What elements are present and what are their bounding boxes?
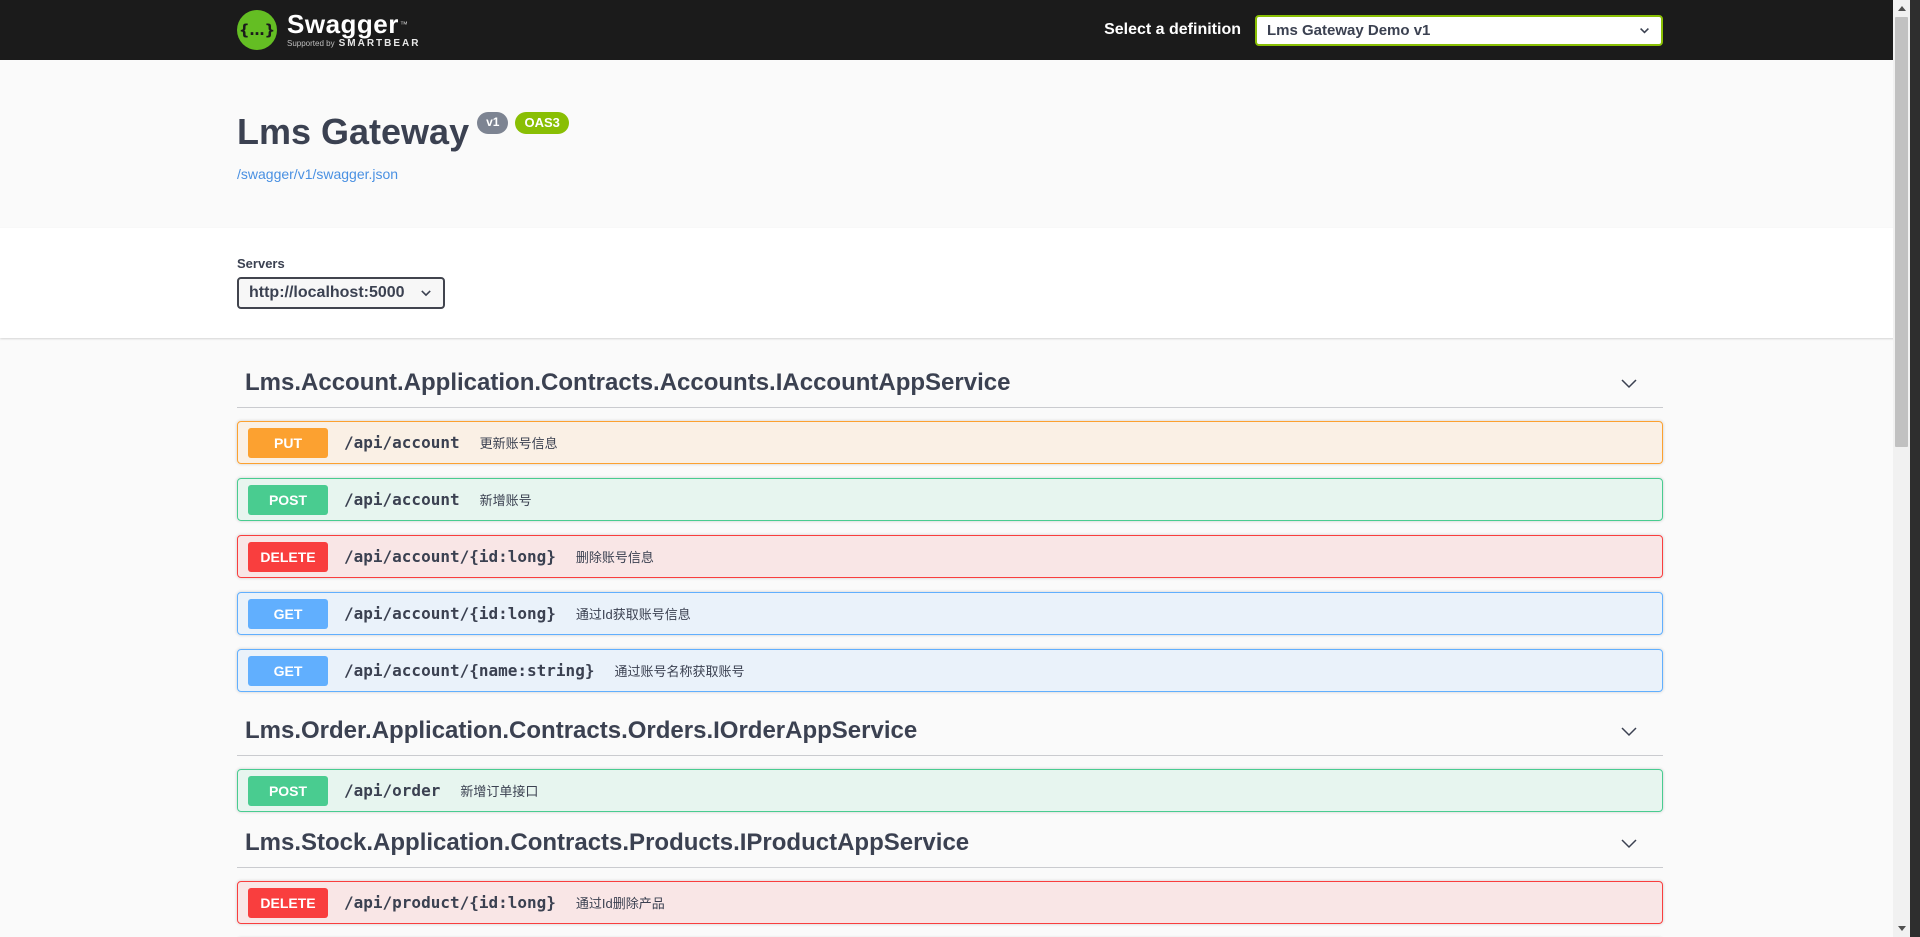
sponsor-name: SMARTBEAR	[338, 38, 421, 49]
chevron-down-icon[interactable]	[1617, 371, 1663, 395]
operation-summary: 新增订单接口	[460, 784, 539, 799]
page-title: Lms Gateway v1 OAS3	[237, 108, 1663, 156]
oas3-badge: OAS3	[515, 112, 569, 135]
section-title: Lms.Stock.Application.Contracts.Products…	[245, 829, 970, 856]
method-badge: DELETE	[248, 887, 328, 918]
operation-path: /api/account/{name:string}	[344, 661, 595, 680]
operation-list: DELETE /api/product/{id:long} 通过Id删除产品 G…	[237, 881, 1663, 937]
servers-select-value: http://localhost:5000	[249, 284, 405, 301]
section-title: Lms.Account.Application.Contracts.Accoun…	[245, 369, 1011, 396]
section-header[interactable]: Lms.Account.Application.Contracts.Accoun…	[237, 368, 1663, 408]
operation-path: /api/account/{id:long}	[344, 604, 556, 623]
info-section: Lms Gateway v1 OAS3 /swagger/v1/swagger.js…	[0, 60, 1920, 228]
operation-path: /api/product/{id:long}	[344, 893, 556, 912]
definition-select-value: Lms Gateway Demo v1	[1267, 21, 1431, 39]
window-edge	[1910, 0, 1920, 937]
section-title: Lms.Order.Application.Contracts.Orders.I…	[245, 717, 918, 744]
scrollbar-thumb[interactable]	[1895, 17, 1908, 447]
topbar: Swagger™ Supported by SMARTBEAR Select a…	[0, 0, 1920, 60]
api-section: Lms.Account.Application.Contracts.Accoun…	[237, 368, 1663, 692]
chevron-down-icon[interactable]	[1617, 719, 1663, 743]
operation-list: PUT /api/account 更新账号信息 POST /api/accoun…	[237, 421, 1663, 692]
operation-summary: 更新账号信息	[479, 436, 558, 451]
operation-summary: 删除账号信息	[575, 550, 654, 565]
operation-path: /api/account/{id:long}	[344, 547, 556, 566]
operation-row[interactable]: GET /api/account/{id:long} 通过Id获取账号信息	[237, 592, 1663, 635]
scheme-container: Servers http://localhost:5000	[0, 228, 1920, 338]
operation-row[interactable]: POST /api/account 新增账号	[237, 478, 1663, 521]
method-badge: DELETE	[248, 541, 328, 572]
scroll-up-button[interactable]	[1893, 0, 1910, 17]
servers-select[interactable]: http://localhost:5000	[237, 277, 445, 309]
servers-label: Servers	[237, 256, 285, 271]
braces-icon	[239, 21, 275, 40]
method-badge: POST	[248, 775, 328, 806]
operation-row[interactable]: POST /api/order 新增订单接口	[237, 769, 1663, 812]
operation-row[interactable]: PUT /api/account 更新账号信息	[237, 421, 1663, 464]
api-section: Lms.Stock.Application.Contracts.Products…	[237, 828, 1663, 937]
operation-row[interactable]: DELETE /api/product/{id:long} 通过Id删除产品	[237, 881, 1663, 924]
operation-list: POST /api/order 新增订单接口	[237, 769, 1663, 812]
arrow-down-icon	[1897, 926, 1906, 931]
method-badge: GET	[248, 655, 328, 686]
operation-summary: 通过Id删除产品	[575, 896, 665, 911]
chevron-down-icon	[1638, 24, 1651, 37]
swagger-logo-icon	[237, 10, 277, 50]
scrollbar[interactable]	[1893, 0, 1910, 937]
api-section: Lms.Order.Application.Contracts.Orders.I…	[237, 716, 1663, 812]
method-badge: POST	[248, 484, 328, 515]
operation-path: /api/account	[344, 490, 460, 509]
supported-by-prefix: Supported by	[287, 39, 335, 48]
swagger-logo[interactable]: Swagger™ Supported by SMARTBEAR	[237, 10, 420, 50]
arrow-up-icon	[1897, 6, 1906, 11]
spec-json-link[interactable]: /swagger/v1/swagger.json	[237, 166, 398, 182]
definition-select[interactable]: Lms Gateway Demo v1	[1255, 14, 1663, 46]
supported-by: Supported by SMARTBEAR	[287, 39, 420, 49]
operation-summary: 新增账号	[479, 493, 532, 508]
operation-path: /api/account	[344, 433, 460, 452]
logo-wordmark: Swagger	[287, 9, 399, 39]
scroll-down-button[interactable]	[1893, 920, 1910, 937]
api-title-text: Lms Gateway	[237, 111, 470, 152]
operation-summary: 通过账号名称获取账号	[614, 664, 745, 679]
trademark-symbol: ™	[399, 19, 408, 29]
select-definition-label: Select a definition	[1104, 21, 1241, 38]
version-badge: v1	[477, 112, 509, 135]
operation-row[interactable]: GET /api/account/{name:string} 通过账号名称获取账…	[237, 649, 1663, 692]
section-header[interactable]: Lms.Stock.Application.Contracts.Products…	[237, 828, 1663, 868]
operation-summary: 通过Id获取账号信息	[575, 607, 691, 622]
method-badge: GET	[248, 598, 328, 629]
chevron-down-icon[interactable]	[1617, 831, 1663, 855]
method-badge: PUT	[248, 427, 328, 458]
operation-row[interactable]: DELETE /api/account/{id:long} 删除账号信息	[237, 535, 1663, 578]
operation-path: /api/order	[344, 781, 441, 800]
api-sections: Lms.Account.Application.Contracts.Accoun…	[237, 338, 1663, 937]
section-header[interactable]: Lms.Order.Application.Contracts.Orders.I…	[237, 716, 1663, 756]
chevron-down-icon	[419, 286, 433, 300]
